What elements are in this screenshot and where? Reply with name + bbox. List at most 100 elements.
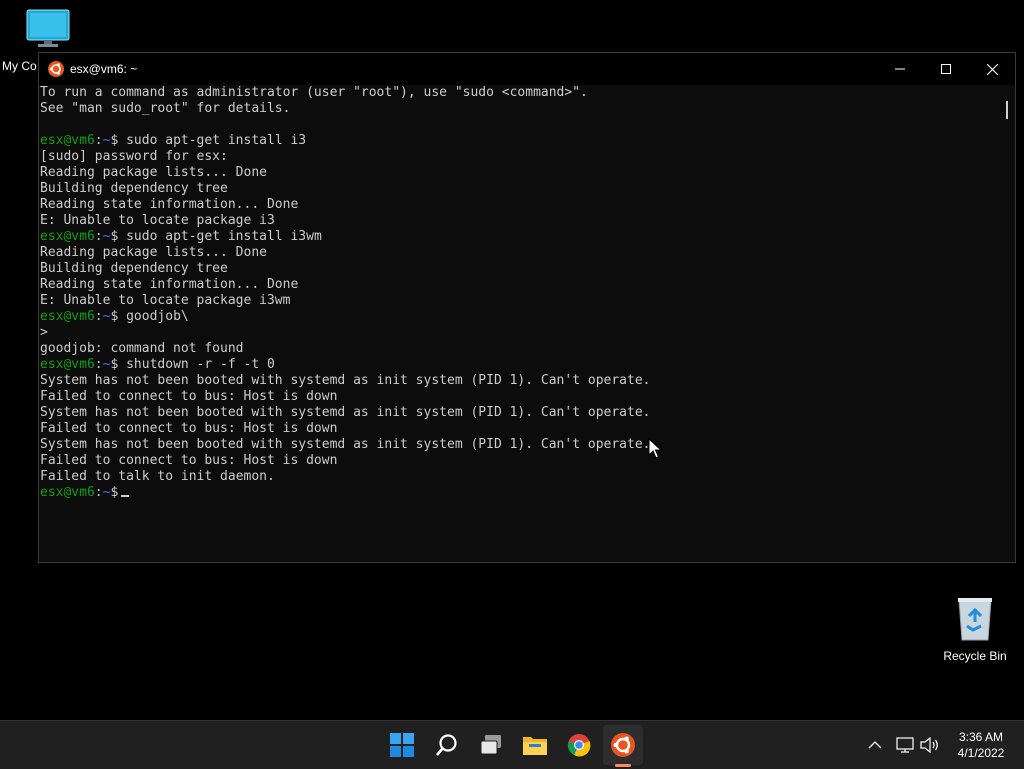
terminal-line: System has not been booted with systemd … (40, 373, 999, 389)
my-computer-label: My Co (2, 59, 37, 73)
output-text: E: Unable to locate package i3 (40, 213, 275, 228)
recycle-bin-label: Recycle Bin (943, 649, 1007, 663)
clock[interactable]: 3:36 AM 4/1/2022 (950, 729, 1012, 761)
text-cursor (121, 495, 130, 497)
output-text: Failed to connect to bus: Host is down (40, 453, 338, 468)
task-view-icon (480, 735, 501, 755)
output-text: Failed to connect to bus: Host is down (40, 389, 338, 404)
active-app-indicator (615, 764, 631, 767)
chevron-up-icon (868, 741, 882, 749)
chrome-button[interactable] (559, 725, 599, 765)
title-bar[interactable]: esx@vm6: ~ (39, 53, 1015, 85)
terminal-output[interactable]: To run a command as administrator (user … (39, 85, 999, 562)
output-text: goodjob: command not found (40, 341, 244, 356)
output-text: System has not been booted with systemd … (40, 405, 651, 420)
clock-date: 4/1/2022 (957, 746, 1005, 760)
output-text: Building dependency tree (40, 181, 228, 196)
prompt-separator: : (94, 357, 103, 372)
output-text: See "man sudo_root" for details. (40, 101, 291, 116)
terminal-line: goodjob: command not found (40, 341, 999, 357)
chrome-icon (567, 734, 591, 757)
terminal-line: esx@vm6:~$ sudo apt-get install i3 (40, 133, 999, 149)
prompt-separator: : (94, 485, 103, 500)
output-text: System has not been booted with systemd … (40, 437, 651, 452)
file-explorer-button[interactable] (515, 725, 555, 765)
output-text: Reading state information... Done (40, 277, 299, 292)
terminal-line: To run a command as administrator (user … (40, 85, 999, 101)
output-text: > (40, 325, 48, 340)
terminal-line: esx@vm6:~$ sudo apt-get install i3wm (40, 229, 999, 245)
prompt-user: esx@vm6 (40, 229, 95, 244)
output-text: Failed to talk to init daemon. (40, 469, 275, 484)
output-text: Reading package lists... Done (40, 245, 267, 260)
command-text: $ sudo apt-get install i3 (110, 133, 307, 148)
command-text: $ goodjob\ (110, 309, 189, 324)
terminal-window[interactable]: esx@vm6: ~ To run a command as administr… (38, 52, 1016, 563)
search-icon (436, 734, 457, 756)
file-explorer-icon (523, 737, 547, 755)
start-button[interactable] (382, 725, 422, 765)
network-button[interactable] (896, 721, 914, 769)
mouse-pointer-icon (648, 438, 662, 459)
minimize-button[interactable] (877, 53, 923, 85)
terminal-line: Reading package lists... Done (40, 165, 999, 181)
maximize-button[interactable] (923, 53, 969, 85)
terminal-line: esx@vm6:~$ shutdown -r -f -t 0 (40, 357, 999, 373)
close-icon (986, 63, 998, 75)
show-hidden-icons-button[interactable] (868, 721, 882, 769)
ubuntu-icon (611, 733, 635, 757)
terminal-line: Building dependency tree (40, 261, 999, 277)
close-button[interactable] (969, 53, 1015, 85)
volume-icon (920, 737, 938, 753)
prompt-user: esx@vm6 (40, 133, 95, 148)
terminal-line: Reading state information... Done (40, 277, 999, 293)
taskbar: 3:36 AM 4/1/2022 (0, 720, 1024, 769)
output-text: Reading state information... Done (40, 197, 299, 212)
output-text: E: Unable to locate package i3wm (40, 293, 291, 308)
window-title: esx@vm6: ~ (70, 62, 138, 76)
prompt-separator: : (94, 133, 103, 148)
terminal-line: Failed to connect to bus: Host is down (40, 421, 999, 437)
ubuntu-taskbar-button[interactable] (603, 725, 643, 765)
prompt-separator: : (94, 229, 103, 244)
network-icon (896, 737, 914, 753)
output-text: Failed to connect to bus: Host is down (40, 421, 338, 436)
terminal-line: [sudo] password for esx: (40, 149, 999, 165)
volume-button[interactable] (920, 721, 940, 769)
command-text: $ shutdown -r -f -t 0 (110, 357, 275, 372)
clock-time: 3:36 AM (958, 730, 1004, 744)
terminal-line: System has not been booted with systemd … (40, 437, 999, 453)
prompt-user: esx@vm6 (40, 309, 95, 324)
windows-start-icon (390, 733, 414, 757)
output-text: System has not been booted with systemd … (40, 373, 651, 388)
terminal-line: System has not been booted with systemd … (40, 405, 999, 421)
terminal-line: esx@vm6:~$ goodjob\ (40, 309, 999, 325)
output-text: [sudo] password for esx: (40, 149, 228, 164)
ubuntu-icon (48, 61, 64, 77)
terminal-line: Failed to connect to bus: Host is down (40, 453, 999, 469)
minimize-icon (895, 68, 905, 70)
recycle-bin-desktop-icon[interactable]: Recycle Bin (938, 596, 1012, 663)
terminal-line: E: Unable to locate package i3wm (40, 293, 999, 309)
my-computer-desktop-icon[interactable]: My Co (0, 8, 78, 73)
prompt-user: esx@vm6 (40, 485, 95, 500)
terminal-line: Failed to talk to init daemon. (40, 469, 999, 485)
output-text: Reading package lists... Done (40, 165, 267, 180)
command-text: $ sudo apt-get install i3wm (110, 229, 322, 244)
output-text: Building dependency tree (40, 261, 228, 276)
terminal-line: E: Unable to locate package i3 (40, 213, 999, 229)
recycle-bin-icon (958, 598, 992, 641)
task-view-button[interactable] (471, 725, 511, 765)
scrollbar-thumb[interactable] (1006, 101, 1008, 119)
maximize-icon (941, 64, 951, 74)
terminal-line: Building dependency tree (40, 181, 999, 197)
scrollbar[interactable] (999, 85, 1015, 562)
monitor-icon (26, 9, 69, 47)
command-text: $ (110, 485, 119, 500)
prompt-separator: : (94, 309, 103, 324)
prompt-user: esx@vm6 (40, 357, 95, 372)
output-text: To run a command as administrator (user … (40, 85, 588, 100)
terminal-line: esx@vm6:~$ (40, 485, 999, 501)
search-button[interactable] (427, 725, 467, 765)
